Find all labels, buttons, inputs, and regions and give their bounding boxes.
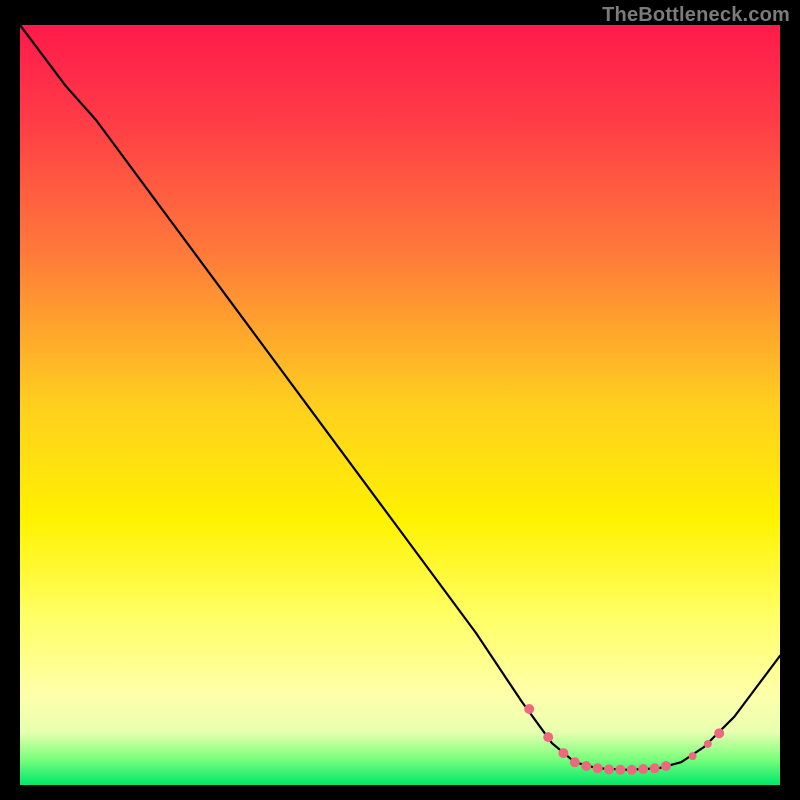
data-marker (593, 763, 603, 773)
data-marker (704, 740, 712, 748)
data-marker (627, 765, 637, 775)
data-marker (570, 757, 580, 767)
data-marker (661, 761, 671, 771)
data-marker (543, 732, 553, 742)
chart-svg (20, 25, 780, 785)
data-marker (714, 728, 724, 738)
data-marker (650, 763, 660, 773)
data-marker (558, 748, 568, 758)
data-marker (638, 764, 648, 774)
data-marker (689, 752, 697, 760)
plot-area (20, 25, 780, 785)
data-marker (581, 761, 591, 771)
attribution-text: TheBottleneck.com (602, 4, 790, 27)
chart-frame: TheBottleneck.com (0, 0, 800, 800)
data-marker (524, 704, 534, 714)
gradient-background (20, 25, 780, 785)
data-marker (615, 765, 625, 775)
data-marker (604, 764, 614, 774)
